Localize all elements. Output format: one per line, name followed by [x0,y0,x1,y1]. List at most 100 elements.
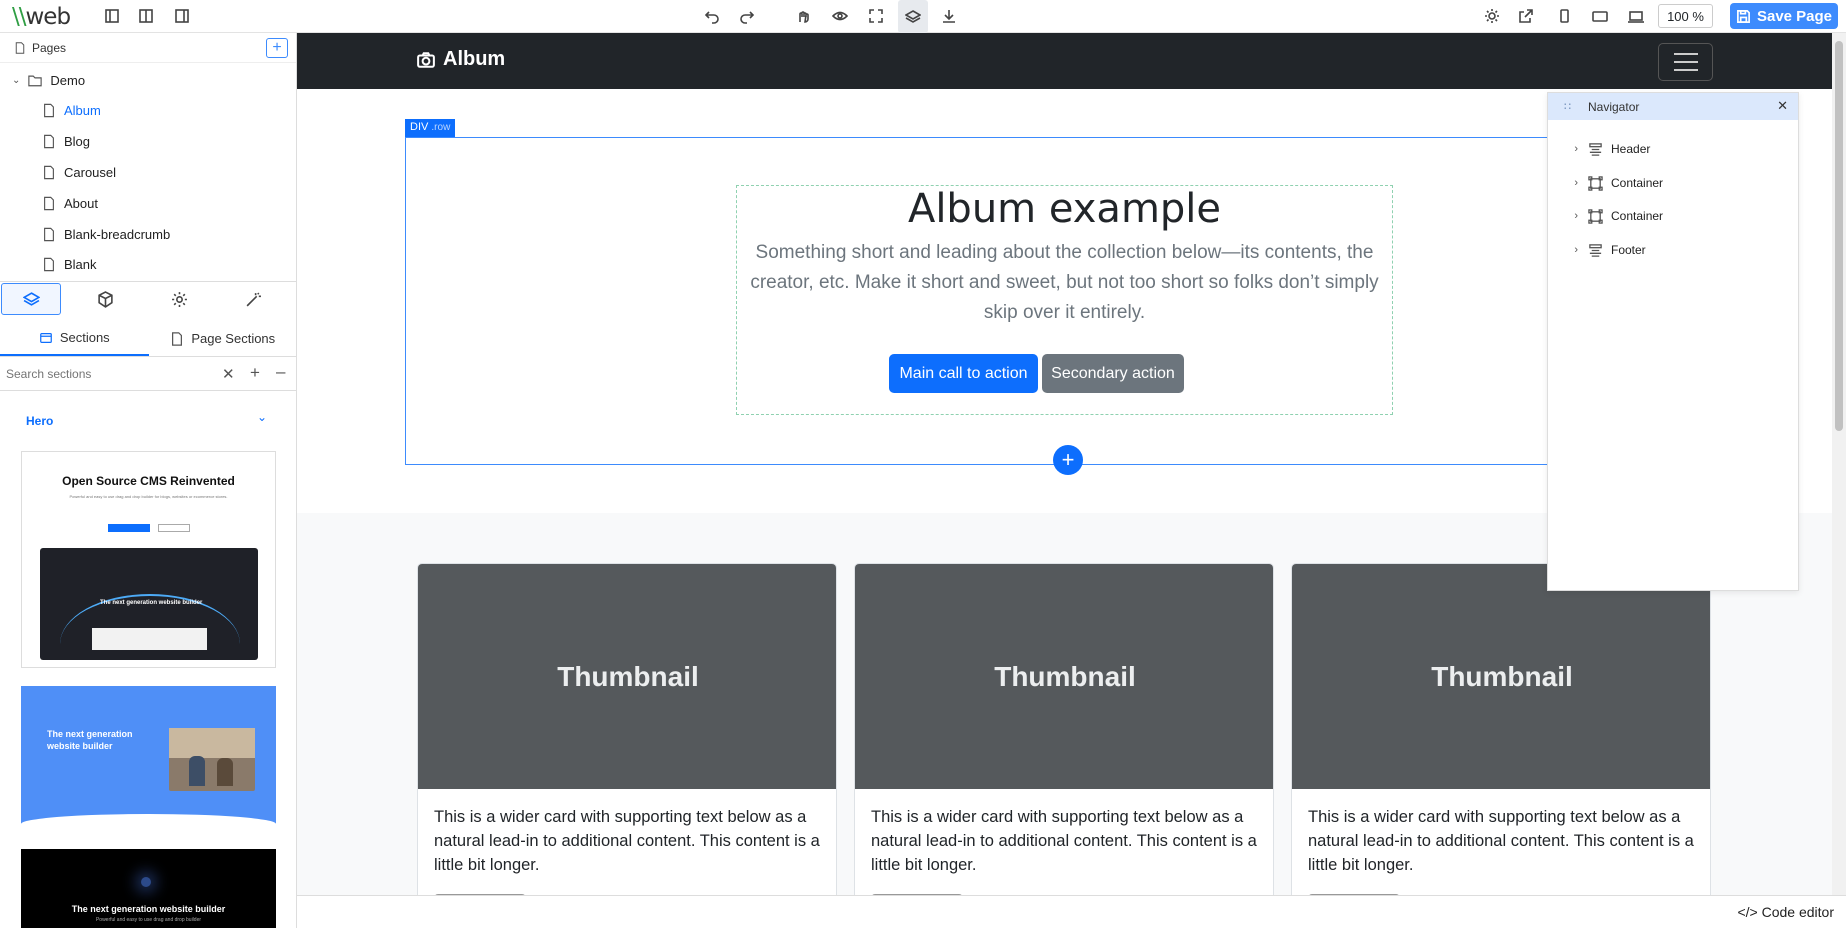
tab-page-sections[interactable]: Page Sections [149,321,298,356]
album-card[interactable]: Thumbnail This is a wider card with supp… [1291,563,1711,895]
toggle-split-panel-icon[interactable] [134,5,158,27]
camera-icon [417,51,435,68]
tab-layers[interactable] [1,283,61,315]
page-item-blog[interactable]: Blog [42,134,90,149]
drag-handle-icon[interactable]: ∷ [1564,100,1572,113]
thumb-screenshot: The next generation website builder [40,548,258,660]
layers-icon[interactable] [898,0,928,33]
page-icon [15,41,25,54]
hero-section[interactable]: Album example Something short and leadin… [736,185,1393,415]
thumb-title: The next generation website builder [71,904,226,914]
thumb-title: Open Source CMS Reinvented [62,474,235,488]
thumb-secondary-btn [158,524,190,532]
canvas-scrollbar[interactable] [1832,33,1846,895]
hero-lead: Something short and leading about the co… [750,242,1379,323]
page-icon [44,227,54,242]
page-item-label: Album [64,103,101,118]
page-item-carousel[interactable]: Carousel [42,165,116,180]
navbar-toggler-button[interactable] [1658,43,1713,81]
hand-pointer-icon[interactable] [791,5,815,27]
toggle-left-panel-icon[interactable] [100,5,124,27]
navigator-item-header[interactable]: › Header [1548,139,1650,159]
card-text: This is a wider card with supporting tex… [871,808,1257,874]
thumb-cards [92,628,207,650]
bottom-bar: </> Code editor [297,895,1846,928]
add-page-button[interactable]: + [266,38,288,58]
card-thumbnail: Thumbnail [418,564,836,789]
brand-label: Album [443,48,506,70]
save-page-button[interactable]: Save Page [1730,3,1838,29]
code-icon: </> [1737,904,1758,920]
thumb-photo [169,728,255,791]
clear-search-icon[interactable]: ✕ [222,365,235,383]
fullscreen-icon[interactable] [864,5,888,27]
section-thumbnail-cms[interactable]: Open Source CMS Reinvented Powerful and … [21,451,276,668]
mobile-view-icon[interactable] [1552,5,1576,27]
top-toolbar: \\web 100 % Save Page [0,0,1846,33]
page-item-about[interactable]: About [42,196,98,211]
panel-divider[interactable] [0,281,297,282]
navigator-header[interactable]: ∷ Navigator ✕ [1548,93,1798,120]
navigator-item-label: Footer [1611,243,1646,257]
main-cta-button[interactable]: Main call to action [889,354,1038,393]
expand-all-icon[interactable]: + [250,363,260,383]
tablet-view-icon[interactable] [1588,5,1612,27]
collapse-all-icon[interactable]: – [276,362,285,382]
thumb-subtitle: Powerful and easy to use drag and drop b… [69,494,228,499]
navigator-item-footer[interactable]: › Footer [1548,240,1646,260]
folder-demo[interactable]: ⌄ Demo [12,73,85,88]
chevron-down-icon[interactable]: ⌄ [257,410,267,424]
chevron-right-icon[interactable]: › [1548,143,1578,155]
add-section-button[interactable]: + [1053,445,1083,475]
chevron-right-icon[interactable]: › [1548,244,1578,256]
redo-icon[interactable] [735,5,759,27]
undo-icon[interactable] [700,5,724,27]
close-icon[interactable]: ✕ [1777,98,1788,114]
navigator-item-label: Container [1611,176,1664,190]
navigator-item-container[interactable]: › Container [1548,173,1663,193]
download-icon[interactable] [937,5,961,27]
section-thumbnail-dark[interactable]: The next generation website builder Powe… [21,849,276,928]
save-disk-icon [1737,9,1750,23]
container-icon [1588,208,1603,224]
page-item-label: Carousel [64,165,117,180]
scrollbar-thumb[interactable] [1835,41,1843,431]
chevron-right-icon[interactable]: › [1548,210,1578,222]
album-card[interactable]: Thumbnail This is a wider card with supp… [417,563,837,895]
toggle-right-panel-icon[interactable] [170,5,194,27]
thumb-primary-btn [108,524,150,532]
open-external-icon[interactable] [1514,5,1538,27]
selection-label: DIV .row [405,119,456,137]
magic-wand-icon [246,292,261,306]
tab-sections[interactable]: Sections [0,321,149,356]
page-item-blank[interactable]: Blank [42,257,97,272]
pages-header: Pages + [0,33,296,63]
album-card[interactable]: Thumbnail This is a wider card with supp… [854,563,1274,895]
folder-icon [28,75,43,87]
zoom-level-input[interactable]: 100 % [1658,4,1713,28]
tab-components[interactable] [75,283,135,315]
desktop-view-icon[interactable] [1624,5,1648,27]
thumb-title: The next generation website builder [47,729,133,751]
thumb-subtitle: Powerful and easy to use drag and drop b… [95,917,202,923]
chevron-right-icon[interactable]: › [1548,177,1578,189]
theme-sun-icon[interactable] [1480,5,1504,27]
navigator-panel[interactable]: ∷ Navigator ✕ › Header › Container › Con… [1547,92,1799,591]
code-editor-button[interactable]: </> Code editor [1737,904,1834,920]
navbar-brand[interactable]: Album [417,48,505,71]
section-thumbnail-blue[interactable]: The next generation website builder [21,686,276,831]
tab-magic[interactable] [223,283,283,315]
secondary-action-button[interactable]: Secondary action [1042,354,1184,393]
thumb-wave [21,814,276,831]
sections-search-input[interactable] [6,366,216,381]
section-group-hero[interactable]: Hero [26,414,53,428]
save-page-label: Save Page [1756,7,1833,25]
page-item-blank-breadcrumb[interactable]: Blank-breadcrumb [42,227,170,242]
preview-eye-icon[interactable] [828,5,852,27]
navigator-item-container[interactable]: › Container [1548,206,1663,226]
card-thumbnail: Thumbnail [855,564,1273,789]
app-logo: \\web [12,4,71,30]
site-navbar: Album [297,33,1832,89]
page-item-album[interactable]: Album [42,103,101,118]
tab-settings[interactable] [149,283,209,315]
